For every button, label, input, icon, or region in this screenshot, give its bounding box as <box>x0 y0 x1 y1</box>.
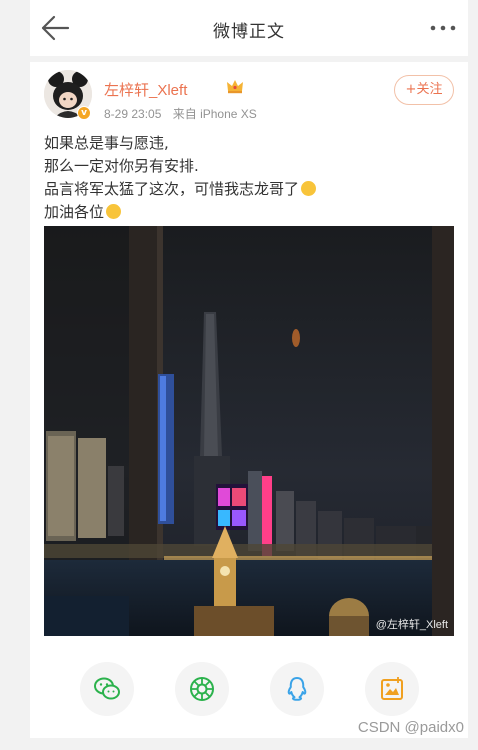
share-moments-button[interactable] <box>175 662 229 716</box>
top-navigation-bar: 微博正文 <box>30 0 468 56</box>
post-time: 8-29 23:05 <box>104 107 162 121</box>
more-dots-icon <box>430 25 456 31</box>
save-image-icon <box>381 677 403 700</box>
thinking-emoji-icon <box>301 181 317 196</box>
post-text-line-content: 加油各位 <box>44 203 105 221</box>
post-text-line: 加油各位 <box>44 201 454 224</box>
wechat-icon <box>94 677 120 700</box>
more-button[interactable] <box>426 20 460 36</box>
post-text-line-content: 品言将军太猛了这次，可惜我志龙哥了 <box>44 180 300 198</box>
save-image-button[interactable] <box>365 662 419 716</box>
image-watermark: @左梓轩_Xleft <box>375 619 448 631</box>
laughing-emoji-icon <box>106 204 122 219</box>
username-link[interactable]: 左梓轩_Xleft <box>104 79 187 100</box>
follow-button[interactable]: +关注 <box>394 75 454 105</box>
post-meta: 8-29 23:05 来自 iPhone XS <box>104 105 257 122</box>
share-qq-button[interactable] <box>270 662 324 716</box>
post-text-line: 品言将军太猛了这次，可惜我志龙哥了 <box>44 178 454 201</box>
post-text: 如果总是事与愿违, 那么一定对你另有安排. 品言将军太猛了这次，可惜我志龙哥了 … <box>44 132 454 224</box>
share-bar <box>30 662 468 718</box>
moments-icon <box>190 677 214 701</box>
qq-icon <box>287 677 307 701</box>
post-text-line: 那么一定对你另有安排. <box>44 157 199 175</box>
post-source: 来自 iPhone XS <box>172 107 257 121</box>
post-card: v 左梓轩_Xleft 8-29 23:05 来自 iPhone XS +关注 … <box>30 62 468 738</box>
crown-icon <box>227 80 243 94</box>
share-wechat-button[interactable] <box>80 662 134 716</box>
post-text-line: 如果总是事与愿违, <box>44 134 169 152</box>
city-night-photo <box>44 226 454 636</box>
verified-badge-icon: v <box>77 106 91 120</box>
post-image[interactable]: @左梓轩_Xleft <box>44 226 454 636</box>
page-title: 微博正文 <box>213 22 285 42</box>
csdn-watermark: CSDN @paidx0 <box>357 719 464 736</box>
